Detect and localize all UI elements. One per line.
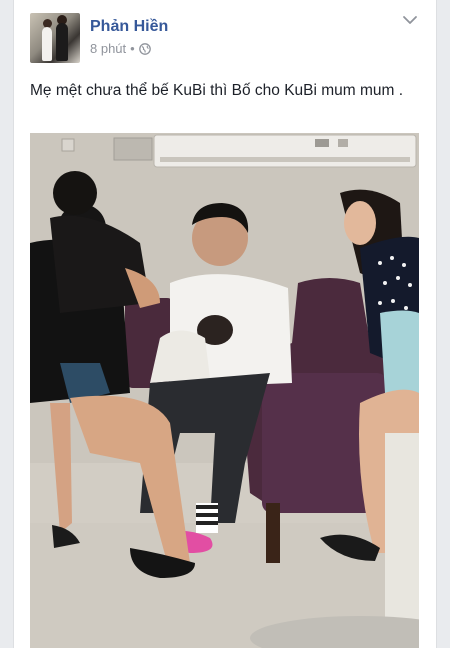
post-card: Phản Hiền 8 phút • Mẹ mệt chưa thể bế Ku… — [14, 0, 436, 648]
post-photo[interactable] — [30, 133, 419, 648]
avatar[interactable] — [30, 13, 80, 63]
post-timestamp[interactable]: 8 phút — [90, 41, 126, 56]
chevron-down-icon[interactable] — [402, 14, 418, 26]
post-message: Mẹ mệt chưa thể bế KuBi thì Bố cho KuBi … — [30, 82, 404, 99]
meta-separator: • — [130, 41, 135, 56]
post-author-name[interactable]: Phản Hiền — [90, 18, 168, 36]
post-meta: 8 phút • — [90, 41, 151, 56]
globe-icon[interactable] — [138, 42, 151, 55]
